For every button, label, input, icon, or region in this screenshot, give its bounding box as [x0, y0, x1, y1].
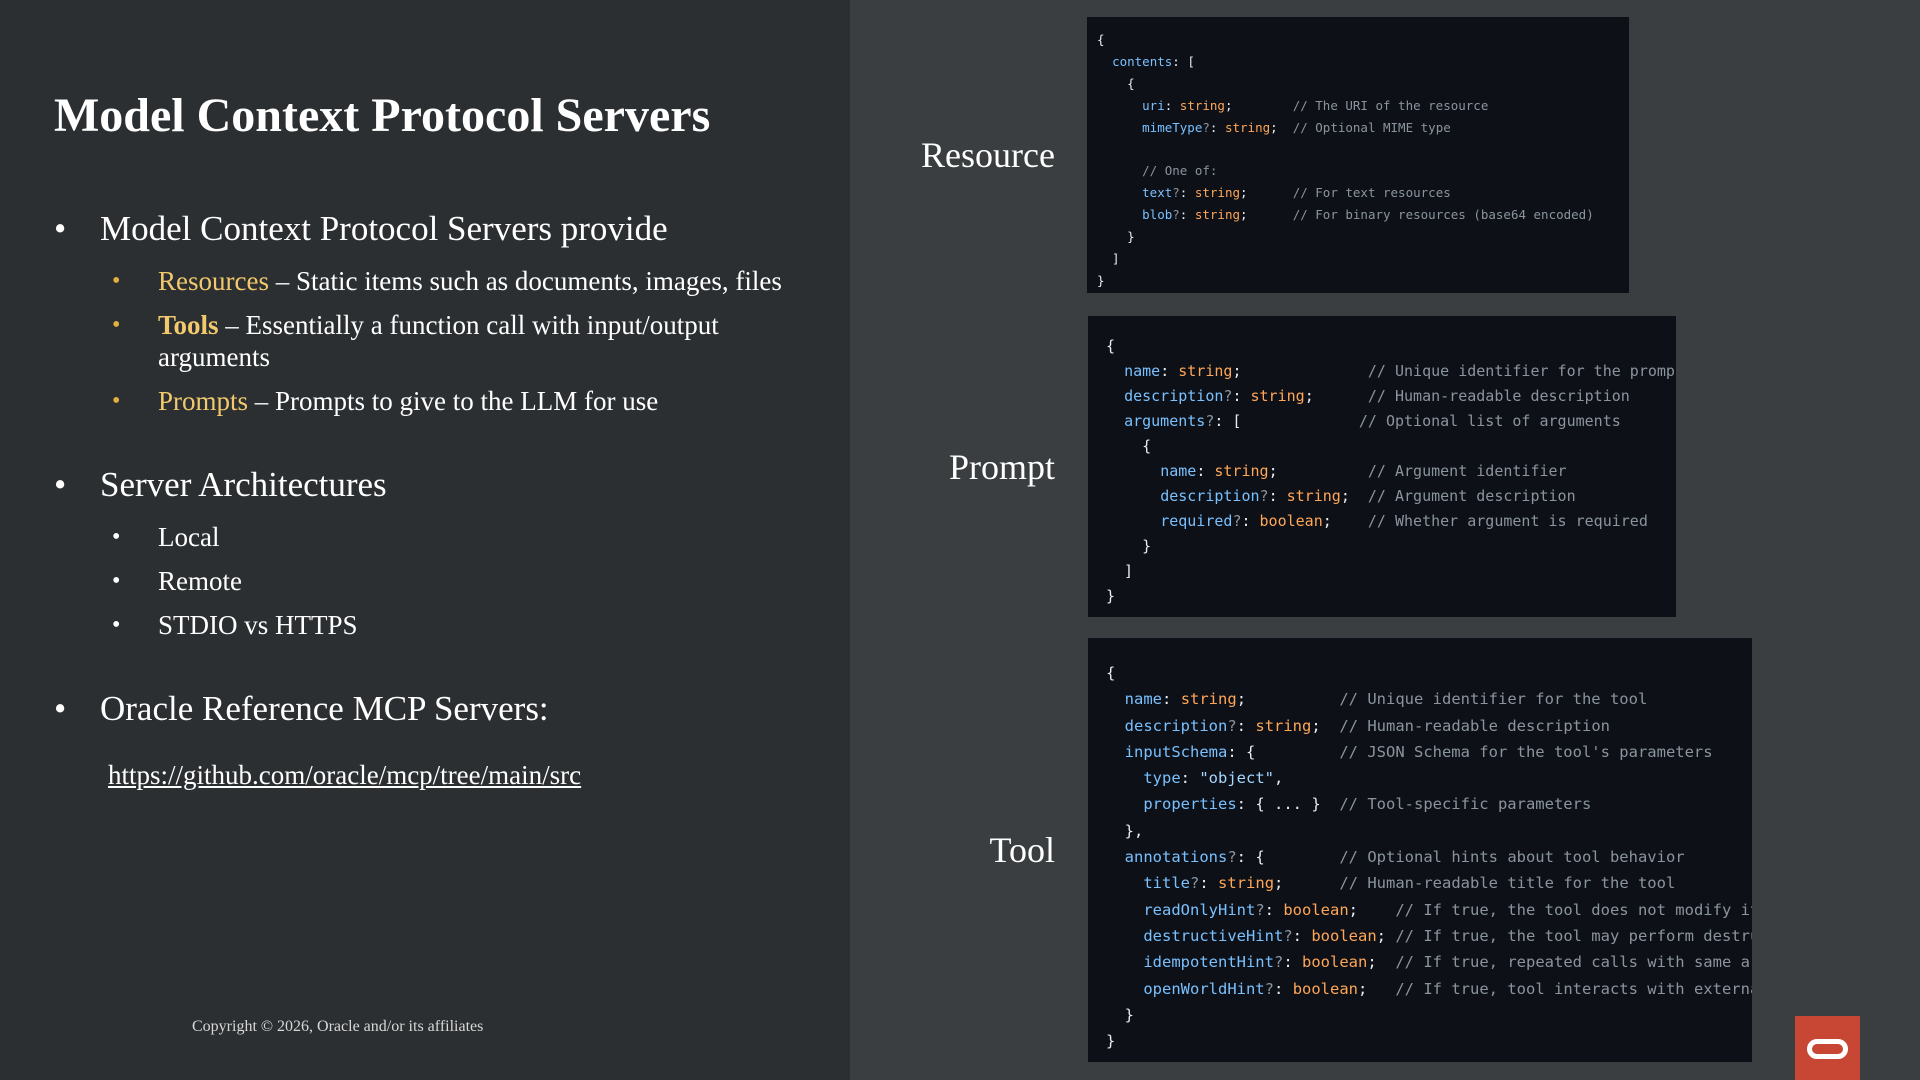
- code-line: name: string; // Unique identifier for t…: [1124, 362, 1676, 380]
- code-line: annotations?: { // Optional hints about …: [1124, 848, 1685, 867]
- code-line: }: [1106, 537, 1152, 555]
- bullet-list: Model Context Protocol Servers provide R…: [54, 205, 834, 733]
- oracle-logo-icon[interactable]: [1795, 1016, 1860, 1080]
- bullet-stdio-https: STDIO vs HTTPS: [112, 609, 834, 641]
- code-line: contents: [: [1112, 53, 1195, 69]
- bullet-mcp-provide: Model Context Protocol Servers provide: [54, 205, 834, 253]
- github-link[interactable]: https://github.com/oracle/mcp/tree/main/…: [108, 760, 581, 791]
- tools-term: Tools: [158, 310, 219, 340]
- code-line: // One of:: [1142, 163, 1218, 179]
- code-line: }: [1097, 272, 1105, 288]
- bullet-resources: Resources – Static items such as documen…: [112, 265, 834, 297]
- code-line: ]: [1106, 562, 1134, 580]
- code-line: {: [1106, 437, 1152, 455]
- code-line: name: string; // Unique identifier for t…: [1124, 690, 1648, 709]
- prompt-label: Prompt: [948, 447, 1055, 487]
- code-line: description?: string; // Human-readable …: [1124, 716, 1610, 735]
- resources-term: Resources: [158, 266, 269, 296]
- resource-label: Resource: [921, 135, 1055, 175]
- code-line: {: [1097, 75, 1135, 91]
- bullet-remote: Remote: [112, 565, 834, 597]
- code-line: idempotentHint?: boolean; // If true, re…: [1143, 953, 1752, 972]
- code-line: },: [1106, 821, 1144, 840]
- code-line: arguments?: [ // Optional list of argume…: [1124, 412, 1621, 430]
- tools-desc: – Essentially a function call with input…: [158, 310, 719, 372]
- code-line: {: [1106, 664, 1116, 682]
- resources-desc: – Static items such as documents, images…: [268, 266, 782, 296]
- code-line: text?: string; // For text resources: [1142, 185, 1451, 201]
- code-line: inputSchema: { // JSON Schema for the to…: [1124, 742, 1713, 761]
- code-line: destructiveHint?: boolean; // If true, t…: [1143, 926, 1752, 945]
- bullet-server-architectures: Server Architectures: [54, 461, 834, 509]
- code-line: openWorldHint?: boolean; // If true, too…: [1143, 979, 1752, 998]
- code-line: ]: [1097, 251, 1120, 267]
- code-line: uri: string; // The URI of the resource: [1142, 97, 1489, 113]
- code-line: type: "object",: [1143, 769, 1284, 788]
- copyright-text: Copyright © 2026, Oracle and/or its affi…: [192, 1018, 484, 1035]
- tool-label: Tool: [989, 830, 1055, 870]
- code-line: description?: string; // Argument descri…: [1160, 487, 1576, 505]
- code-line: blob?: string; // For binary resources (…: [1142, 207, 1594, 223]
- bullet-oracle-reference: Oracle Reference MCP Servers:: [54, 685, 834, 733]
- prompts-term: Prompts: [158, 386, 249, 416]
- code-line: required?: boolean; // Whether argument …: [1160, 512, 1648, 530]
- code-line: description?: string; // Human-readable …: [1124, 387, 1630, 405]
- code-line: }: [1097, 229, 1135, 245]
- code-line: mimeType?: string; // Optional MIME type: [1142, 119, 1451, 135]
- code-line: name: string; // Argument identifier: [1160, 462, 1567, 480]
- code-line: }: [1106, 1005, 1134, 1024]
- code-line: {: [1097, 32, 1105, 47]
- prompts-desc: – Prompts to give to the LLM for use: [248, 386, 659, 416]
- oracle-logo-ring: [1807, 1039, 1848, 1059]
- tool-code-block: { name: string; // Unique identifier for…: [1088, 638, 1752, 1062]
- bullet-tools: Tools – Essentially a function call with…: [112, 309, 834, 373]
- resource-code-block: { contents: [ { uri: string; // The URI …: [1087, 17, 1629, 293]
- code-line: {: [1106, 337, 1116, 355]
- code-line: }: [1106, 1032, 1116, 1051]
- code-line: }: [1106, 587, 1116, 605]
- bullet-prompts: Prompts – Prompts to give to the LLM for…: [112, 385, 834, 417]
- slide-title: Model Context Protocol Servers: [54, 89, 711, 142]
- code-line: readOnlyHint?: boolean; // If true, the …: [1143, 900, 1752, 919]
- code-line: title?: string; // Human-readable title …: [1143, 874, 1676, 893]
- prompt-code-block: { name: string; // Unique identifier for…: [1088, 316, 1676, 617]
- code-line: properties: { ... } // Tool-specific par…: [1143, 795, 1592, 814]
- bullet-local: Local: [112, 521, 834, 553]
